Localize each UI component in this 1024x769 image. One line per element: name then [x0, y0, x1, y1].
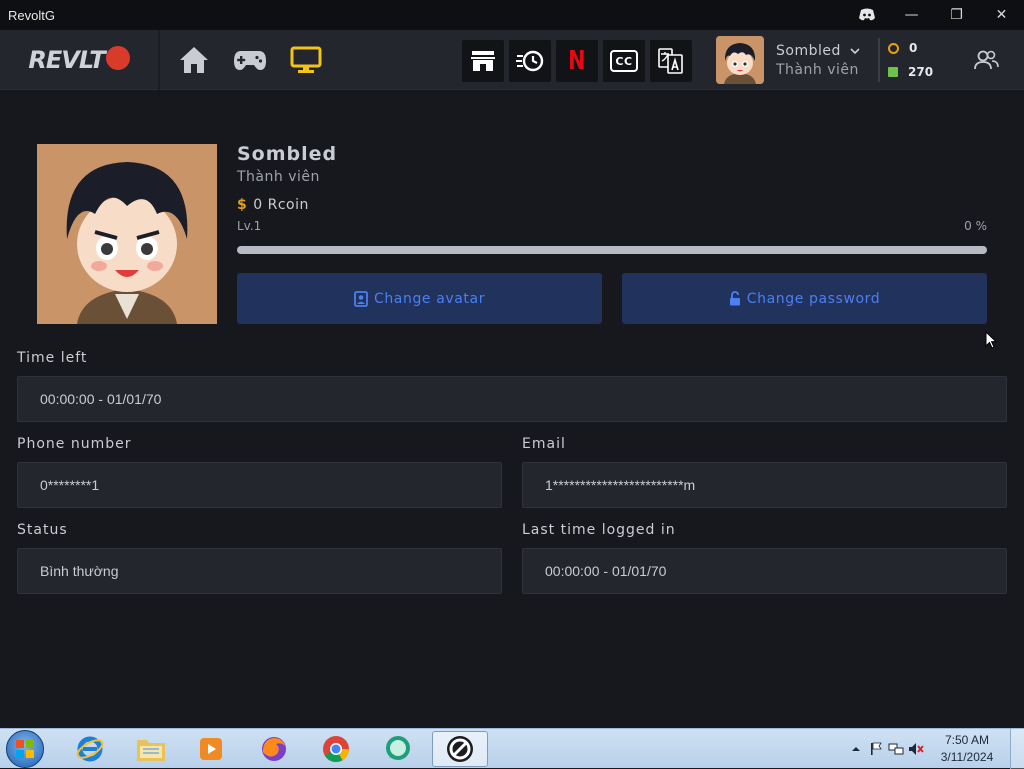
action-center-flag-icon[interactable]	[866, 739, 886, 759]
phone-field: 0********1	[17, 462, 502, 508]
gamepad-icon[interactable]	[222, 30, 278, 90]
phone-label: Phone number	[17, 436, 132, 452]
top-nav: REVLT N CC Sombled Thành viên 0 270	[0, 30, 1024, 90]
level-percent: 0 %	[964, 219, 987, 233]
user-name: Sombled	[776, 42, 841, 59]
show-hidden-icons-icon[interactable]	[846, 739, 866, 759]
file-explorer-icon[interactable]	[123, 731, 179, 767]
user-role: Thành viên	[776, 61, 859, 78]
wallet: 0 270	[878, 38, 933, 82]
tool-shortcuts: N CC	[462, 40, 692, 82]
internet-explorer-icon[interactable]	[62, 731, 118, 767]
translate-icon[interactable]	[650, 40, 692, 82]
history-icon[interactable]	[509, 40, 551, 82]
rcoin-balance: $ 0 Rcoin	[237, 197, 309, 213]
main-nav	[166, 30, 334, 90]
home-icon[interactable]	[166, 30, 222, 90]
last-login-label: Last time logged in	[522, 522, 676, 538]
restore-button[interactable]: ❐	[934, 0, 979, 30]
cc-text: CC	[615, 54, 633, 68]
user-name-row: Sombled	[776, 43, 860, 59]
title-bar: RevoltG — ❐ ✕	[0, 0, 1024, 30]
user-meta: Sombled Thành viên	[776, 43, 860, 78]
start-button[interactable]	[6, 730, 44, 768]
network-icon[interactable]	[886, 739, 906, 759]
mouse-cursor-icon	[985, 331, 997, 349]
status-label: Status	[17, 522, 68, 538]
windows-logo-icon	[16, 740, 34, 758]
minimize-button[interactable]: —	[889, 0, 934, 30]
cc-frame: CC	[610, 50, 638, 72]
profile-name: Sombled	[237, 143, 338, 165]
level-progress-bar	[237, 246, 987, 254]
revoltg-taskbar-icon[interactable]	[432, 731, 488, 767]
chevron-down-icon	[850, 47, 860, 54]
coin-value: 0	[909, 41, 918, 55]
change-password-label: Change password	[746, 290, 881, 307]
coin-balance: 0	[888, 41, 933, 55]
rcoin-value: 0 Rcoin	[253, 197, 309, 213]
portrait-icon	[354, 290, 368, 307]
coin-icon	[888, 42, 899, 54]
change-avatar-button[interactable]: Change avatar	[237, 273, 602, 324]
revoltg-logo[interactable]: REVLT	[0, 30, 160, 90]
window-controls: — ❐ ✕	[844, 0, 1024, 30]
profile-avatar	[37, 144, 217, 324]
app-title: RevoltG	[8, 7, 55, 23]
taskbar: 7:50 AM 3/11/2024	[0, 728, 1024, 769]
chrome-icon[interactable]	[308, 731, 364, 767]
firefox-icon[interactable]	[246, 731, 302, 767]
email-label: Email	[522, 436, 566, 452]
avatar	[716, 36, 764, 84]
volume-muted-icon[interactable]	[906, 739, 926, 759]
user-menu[interactable]: Sombled Thành viên	[716, 36, 860, 84]
profile-role: Thành viên	[237, 169, 320, 185]
logo-mark-icon	[105, 46, 130, 70]
netflix-icon[interactable]: N	[556, 40, 598, 82]
chat-app-icon[interactable]	[370, 731, 426, 767]
system-tray: 7:50 AM 3/11/2024	[846, 729, 1024, 769]
close-button[interactable]: ✕	[979, 0, 1024, 30]
clock-time: 7:50 AM	[944, 733, 990, 747]
point-balance: 270	[888, 65, 933, 79]
last-login-field: 00:00:00 - 01/01/70	[522, 548, 1007, 594]
status-field: Bình thường	[17, 548, 502, 594]
dollar-icon: $	[237, 197, 248, 213]
logo-text: REVLT	[28, 46, 105, 74]
lock-icon	[729, 291, 740, 306]
clock-date: 3/11/2024	[940, 750, 994, 764]
time-left-field: 00:00:00 - 01/01/70	[17, 376, 1007, 422]
media-player-icon[interactable]	[183, 731, 239, 767]
level-label: Lv.1	[237, 219, 262, 233]
change-password-button[interactable]: Change password	[622, 273, 987, 324]
store-icon[interactable]	[462, 40, 504, 82]
change-avatar-label: Change avatar	[373, 290, 486, 307]
discord-icon[interactable]	[844, 0, 889, 30]
netflix-letter: N	[568, 46, 586, 76]
point-icon	[888, 67, 898, 77]
point-value: 270	[908, 65, 934, 79]
show-desktop-button[interactable]	[1010, 729, 1024, 769]
time-left-label: Time left	[17, 350, 88, 366]
friends-icon[interactable]	[966, 42, 1006, 78]
email-field: 1************************m	[522, 462, 1007, 508]
closed-captions-icon[interactable]: CC	[603, 40, 645, 82]
monitor-icon[interactable]	[278, 30, 334, 90]
system-clock[interactable]: 7:50 AM 3/11/2024	[932, 732, 1002, 766]
